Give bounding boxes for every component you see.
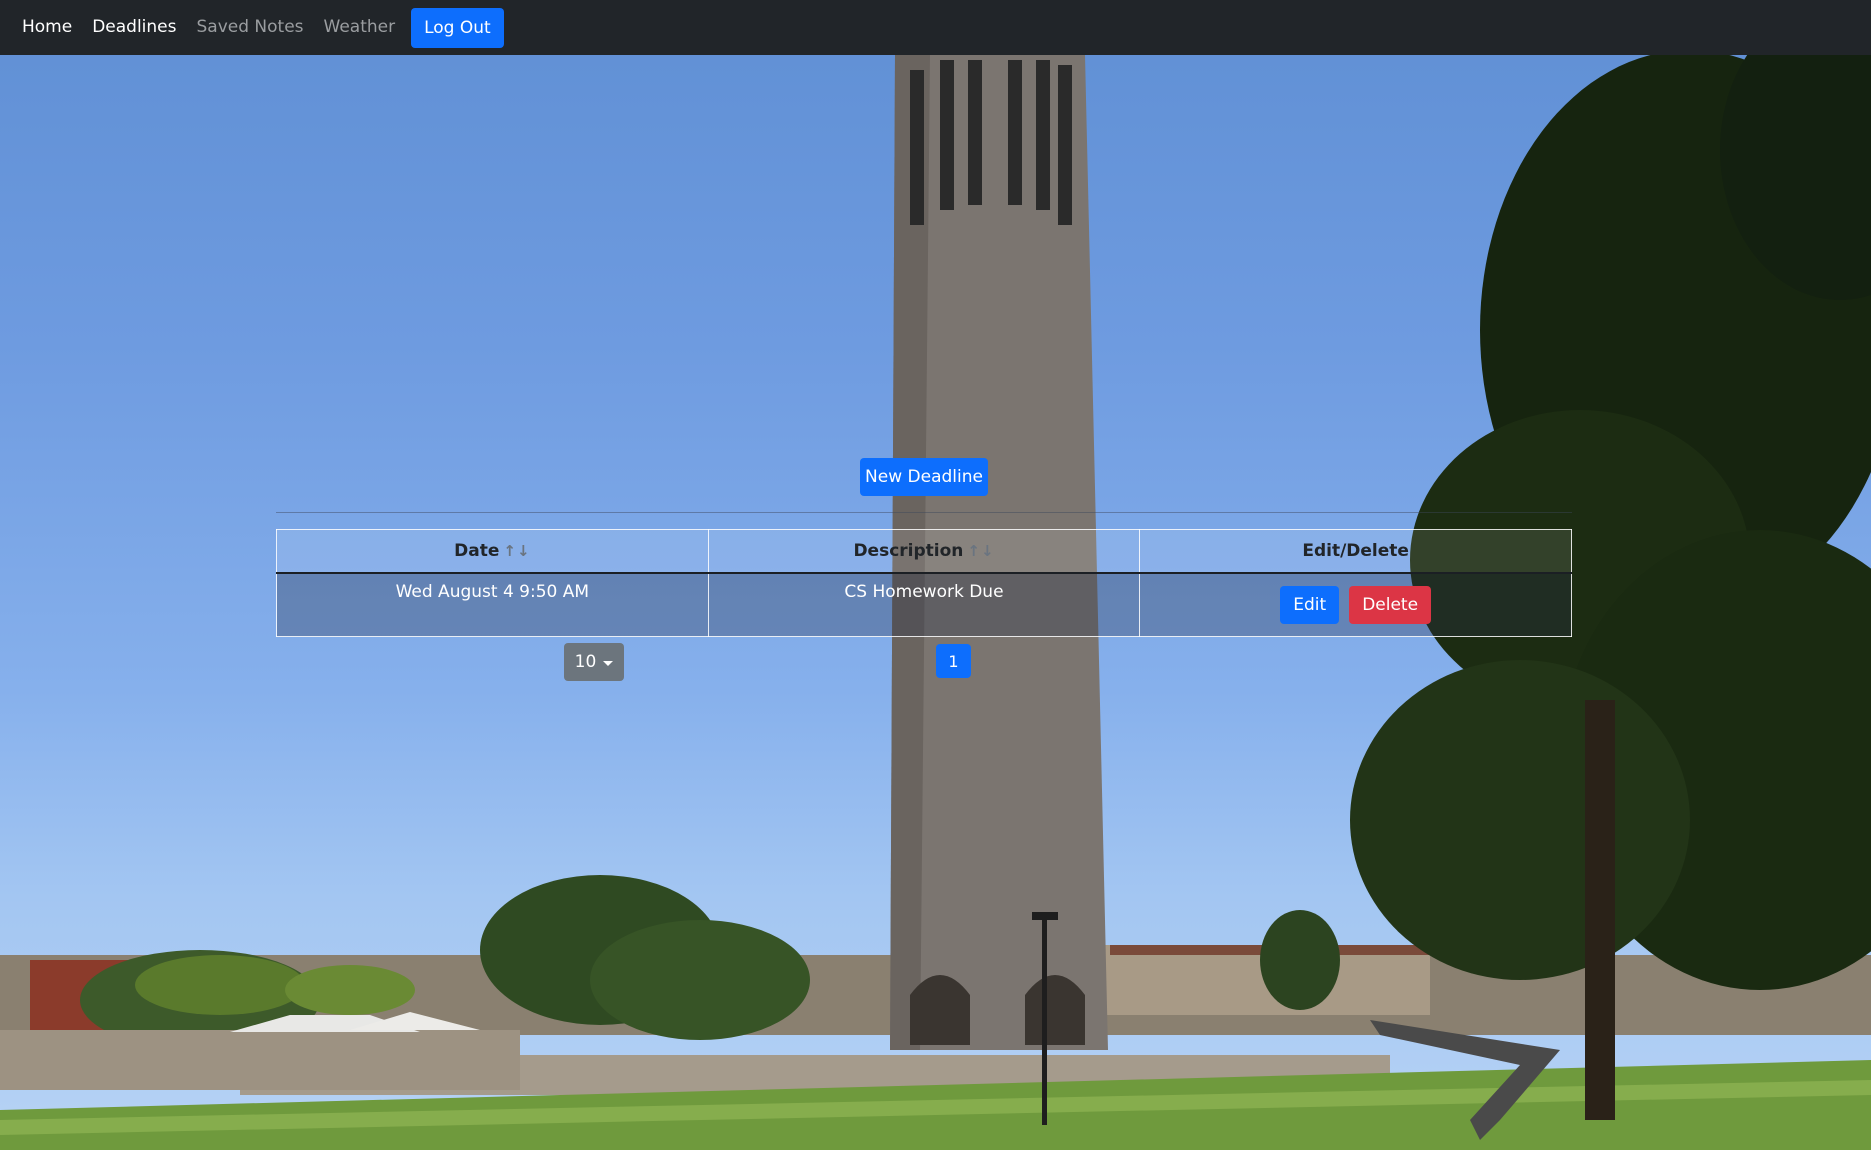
cell-date: Wed August 4 9:50 AM (276, 572, 709, 637)
nav-link-deadlines[interactable]: Deadlines (82, 0, 186, 55)
top-navbar: Home Deadlines Saved Notes Weather Log O… (0, 0, 1871, 55)
column-header-label: Edit/Delete (1302, 541, 1409, 561)
cell-description: CS Homework Due (707, 572, 1141, 637)
page: Home Deadlines Saved Notes Weather Log O… (0, 0, 1871, 1150)
delete-button[interactable]: Delete (1349, 586, 1432, 624)
column-header-label: Date (454, 541, 500, 561)
caret-down-icon (603, 660, 614, 666)
logout-button[interactable]: Log Out (411, 7, 504, 48)
new-deadline-button[interactable]: New Deadline (860, 458, 988, 496)
cell-actions: Edit Delete (1139, 572, 1572, 637)
table-header-row: Date ↑↓ Description ↑↓ Edit/Delete (276, 529, 1572, 574)
nav-link-weather[interactable]: Weather (314, 0, 406, 55)
pagination-page-1[interactable]: 1 (936, 644, 971, 678)
column-header-description[interactable]: Description ↑↓ (707, 529, 1141, 574)
nav-link-home[interactable]: Home (12, 0, 82, 55)
column-header-date[interactable]: Date ↑↓ (276, 529, 709, 574)
column-header-label: Description (853, 541, 964, 561)
sort-arrows-icon[interactable]: ↑↓ (967, 542, 994, 560)
page-size-dropdown[interactable]: 10 (564, 643, 624, 681)
edit-button[interactable]: Edit (1280, 586, 1340, 624)
column-header-edit-delete: Edit/Delete (1139, 529, 1572, 574)
deadlines-table: Date ↑↓ Description ↑↓ Edit/Delete Wed Aug… (276, 529, 1572, 637)
divider (276, 512, 1572, 513)
table-row: Wed August 4 9:50 AM CS Homework Due Edi… (276, 572, 1572, 637)
page-size-value: 10 (574, 652, 597, 672)
sort-arrows-icon[interactable]: ↑↓ (503, 542, 530, 560)
nav-link-saved-notes[interactable]: Saved Notes (187, 0, 314, 55)
